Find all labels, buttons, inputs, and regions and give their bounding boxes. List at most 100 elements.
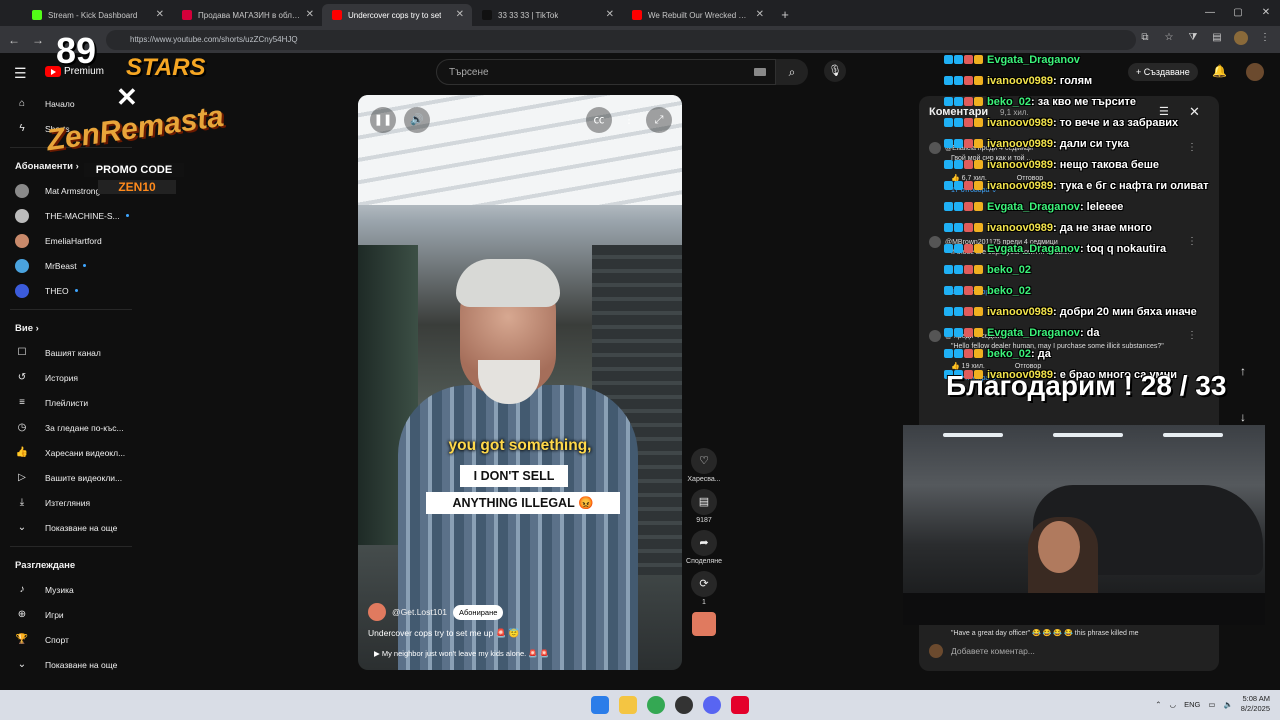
stream-overlay-logo: 89 STARS ✕ ZenRemasta PROMO CODE ZEN10 <box>44 30 226 205</box>
add-comment-field[interactable]: Добавете коментар... <box>929 644 1035 658</box>
network-icon[interactable]: ▭ <box>1208 700 1215 709</box>
new-content-dot <box>125 214 129 217</box>
bookmark-star-icon[interactable]: ☆ <box>1162 31 1176 45</box>
remix-icon[interactable]: ⟳ <box>691 571 717 597</box>
sidebar-item[interactable]: ⤓ Изтегляния <box>0 490 142 515</box>
sidebar-item-label: Харесани видеокл... <box>45 447 126 458</box>
chat-message: Evgata_Draganov <box>944 49 1280 70</box>
tab-close-icon[interactable]: ✕ <box>456 9 464 20</box>
chrome-icon[interactable] <box>647 696 665 714</box>
subscription-item[interactable]: THE-MACHINE-S... <box>0 203 142 228</box>
hamburger-menu-icon[interactable]: ☰ <box>14 65 27 82</box>
language-indicator[interactable]: ENG <box>1184 700 1200 709</box>
system-tray: ⌃ ◡ ENG ▭ 🔈 5:08 AM 8/2/2025 <box>1155 694 1270 714</box>
clock[interactable]: 5:08 AM 8/2/2025 <box>1241 694 1270 714</box>
sidebar-item[interactable]: 🏆 Спорт <box>0 627 142 652</box>
install-icon[interactable]: ⧉ <box>1138 31 1152 45</box>
scroll-down-icon[interactable]: ↓ <box>1240 410 1246 424</box>
subscribe-button[interactable]: Абониране <box>452 604 504 620</box>
keyboard-icon[interactable] <box>754 68 766 76</box>
add-comment-placeholder: Добавете коментар... <box>951 646 1035 656</box>
volume-tray-icon[interactable]: 🔈 <box>1223 700 1232 709</box>
url-field[interactable]: https://www.youtube.com/shorts/uzZCny54H… <box>106 29 1136 50</box>
browser-tab[interactable]: Stream - Kick Dashboard ✕ <box>22 4 172 26</box>
overlay-number: 89 <box>56 30 97 71</box>
sidebar-item[interactable]: ▷ Вашите видеокли... <box>0 465 142 490</box>
tab-search-icon[interactable]: ▤ <box>1210 31 1224 45</box>
badge-icon <box>944 181 953 190</box>
tab-favicon-icon <box>332 10 342 20</box>
subscription-item[interactable]: EmeliaHartford <box>0 228 142 253</box>
browser-tab[interactable]: We Rebuilt Our Wrecked GT3 ( ✕ <box>622 4 772 26</box>
sidebar-item[interactable]: ⌄ Показване на още <box>0 515 142 540</box>
minimize-button[interactable]: — <box>1196 0 1224 26</box>
sound-avatar[interactable] <box>692 612 716 636</box>
comments-action[interactable]: ▤ 9187 <box>684 489 724 524</box>
comments-icon[interactable]: ▤ <box>691 489 717 515</box>
video-title[interactable]: Undercover cops try to set me up 🚨 😇 <box>368 628 519 639</box>
tab-label: We Rebuilt Our Wrecked GT3 ( <box>648 10 750 20</box>
badge-icon <box>974 139 983 148</box>
scroll-up-icon[interactable]: ↑ <box>1240 364 1246 378</box>
share-action[interactable]: ➦ Споделяне <box>684 530 724 565</box>
search-input[interactable]: Търсене <box>436 59 776 85</box>
remix-action[interactable]: ⟳ 1 <box>684 571 724 606</box>
sidebar-item[interactable]: ◷ За гледане по-къс... <box>0 415 142 440</box>
search-button[interactable]: ⌕ <box>776 59 808 85</box>
browser-tab[interactable]: 33 33 33 | TikTok ✕ <box>472 4 622 26</box>
obs-icon[interactable] <box>675 696 693 714</box>
back-button[interactable]: ← <box>2 33 26 47</box>
voice-search-button[interactable]: 🎙 <box>824 60 846 82</box>
chat-text: : то вече и аз забравих <box>1053 116 1179 129</box>
more-options-icon[interactable]: ⋮ <box>616 107 642 133</box>
sidebar-item[interactable]: ♪ Музика <box>0 577 142 602</box>
sidebar-item[interactable]: ⊕ Игри <box>0 602 142 627</box>
file-explorer-icon[interactable] <box>619 696 637 714</box>
channel-name[interactable]: @Get.Lost101 <box>392 607 447 617</box>
channel-avatar[interactable] <box>368 603 386 621</box>
games-icon: ⊕ <box>17 609 27 620</box>
sidebar-item[interactable]: ↺ История <box>0 365 142 390</box>
sidebar-item[interactable]: ≡ Плейлисти <box>0 390 142 415</box>
browser-tab[interactable]: Undercover cops try to set ✕ <box>322 4 472 26</box>
extensions-icon[interactable]: ⧩ <box>1186 31 1200 45</box>
chat-text: : тука е бг с нафта ги оливат <box>1053 179 1209 192</box>
chat-text: : дали си тука <box>1053 137 1130 150</box>
you-heading[interactable]: Вие › <box>0 316 142 340</box>
tab-favicon-icon <box>182 10 192 20</box>
related-video-link[interactable]: ▶ My neighbor just won't leave my kids a… <box>374 649 549 658</box>
captions-icon[interactable]: ㏄ <box>586 107 612 133</box>
sidebar-item[interactable]: 👍 Харесани видеокл... <box>0 440 142 465</box>
chat-badges <box>944 223 983 232</box>
subscription-item[interactable]: THEO <box>0 278 142 303</box>
tab-close-icon[interactable]: ✕ <box>156 9 164 20</box>
chat-username: beko_02 <box>987 284 1032 297</box>
tray-chevron-icon[interactable]: ⌃ <box>1155 700 1161 709</box>
fullscreen-icon[interactable]: ⤢ <box>646 107 672 133</box>
pause-icon[interactable]: ❚❚ <box>370 107 396 133</box>
tab-close-icon[interactable]: ✕ <box>306 9 314 20</box>
sidebar-item[interactable]: ☐ Вашият канал <box>0 340 142 365</box>
start-icon[interactable] <box>591 696 609 714</box>
app-icon[interactable] <box>731 696 749 714</box>
subscription-item[interactable]: MrBeast <box>0 253 142 278</box>
browser-tab[interactable]: Продава МАГАЗИН в област (✕ <box>172 4 322 26</box>
webcam-desk <box>903 593 1265 625</box>
tab-close-icon[interactable]: ✕ <box>606 9 614 20</box>
short-actions: ♡ Харесва... ▤ 9187 ➦ Споделяне ⟳ 1 <box>684 448 724 636</box>
like-action[interactable]: ♡ Харесва... <box>684 448 724 483</box>
like-icon[interactable]: ♡ <box>691 448 717 474</box>
close-window-button[interactable]: ✕ <box>1252 0 1280 26</box>
wifi-icon[interactable]: ◡ <box>1170 700 1177 709</box>
chat-text: : toq q nokautira <box>1079 242 1167 255</box>
short-video-player[interactable]: ❚❚ 🔊 ㏄ ⋮ ⤢ you got something, I DON'T SE… <box>358 95 682 670</box>
discord-icon[interactable] <box>703 696 721 714</box>
profile-icon[interactable] <box>1234 31 1248 45</box>
share-icon[interactable]: ➦ <box>691 530 717 556</box>
browser-menu-icon[interactable]: ⋮ <box>1258 31 1272 45</box>
new-tab-button[interactable]: + <box>772 4 798 26</box>
tab-close-icon[interactable]: ✕ <box>756 9 764 20</box>
maximize-button[interactable]: ▢ <box>1224 0 1252 26</box>
volume-icon[interactable]: 🔊 <box>404 107 430 133</box>
sidebar-item[interactable]: ⌄ Показване на още <box>0 652 142 677</box>
